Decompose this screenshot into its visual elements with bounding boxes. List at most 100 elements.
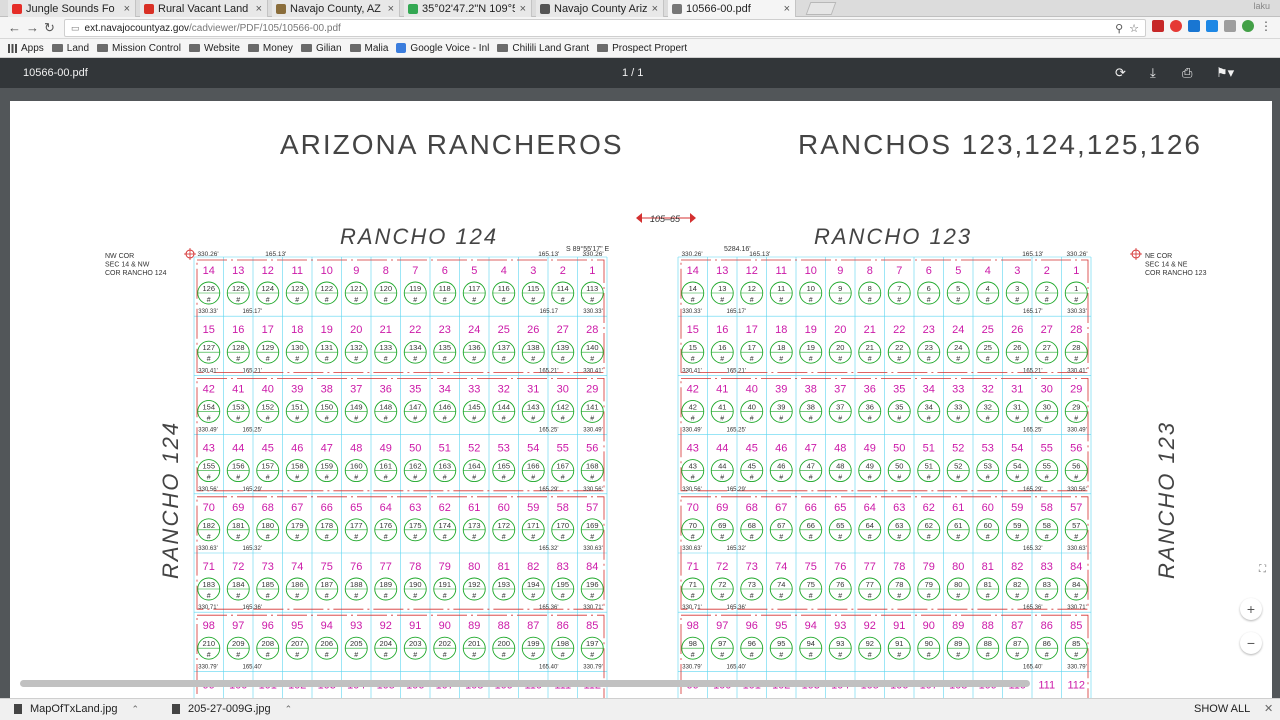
parcel-hash: # xyxy=(720,475,724,482)
address-bar[interactable]: ▭ ext.navajocountyaz.gov/cadviewer/PDF/1… xyxy=(64,19,1146,37)
tab-close-icon[interactable]: × xyxy=(784,3,790,15)
parcel-number: 57 xyxy=(1072,521,1080,530)
parcel-number: 198 xyxy=(556,639,569,648)
tab-close-icon[interactable]: × xyxy=(652,3,658,15)
search-icon[interactable]: ⚲ xyxy=(1115,22,1123,35)
forward-icon[interactable]: → xyxy=(26,20,39,35)
parcel-number: 40 xyxy=(748,402,756,411)
parcel-hash: # xyxy=(691,652,695,659)
lot-number: 12 xyxy=(746,265,758,277)
parcel-number: 153 xyxy=(232,402,245,411)
tab-close-icon[interactable]: × xyxy=(388,3,394,15)
parcel-number: 23 xyxy=(925,343,933,352)
bookmark-item[interactable]: Land xyxy=(51,43,89,54)
parcel-number: 21 xyxy=(866,343,874,352)
horizontal-scrollbar[interactable] xyxy=(20,680,1030,687)
bookmark-item[interactable]: Chilili Land Grant xyxy=(497,43,589,54)
page-info-icon[interactable]: ▭ xyxy=(71,23,80,34)
bookmark-item[interactable]: Money xyxy=(247,43,293,54)
parcel-number: 78 xyxy=(895,580,903,589)
title-left: ARIZONA RANCHEROS xyxy=(280,129,624,160)
parcel-number: 172 xyxy=(497,521,510,530)
parcel-hash: # xyxy=(384,593,388,600)
parcel-number: 95 xyxy=(777,639,785,648)
parcel-hash: # xyxy=(779,475,783,482)
back-icon[interactable]: ← xyxy=(8,20,21,35)
download-item[interactable]: MapOfTxLand.jpg ⌃ xyxy=(14,703,139,715)
zoom-out-button[interactable]: − xyxy=(1240,632,1262,654)
parcel-number: 130 xyxy=(291,343,304,352)
bookmark-item[interactable]: Website xyxy=(188,43,240,54)
opera-icon[interactable] xyxy=(1170,20,1182,32)
bookmark-item[interactable]: Malia xyxy=(349,43,388,54)
print-icon[interactable]: ⎙ xyxy=(1182,65,1192,81)
tab[interactable]: Rural Vacant Land × xyxy=(140,0,268,17)
tab[interactable]: 10566-00.pdf × xyxy=(668,0,796,17)
download-item[interactable]: 205-27-009G.jpg ⌃ xyxy=(172,703,292,715)
rotate-icon[interactable]: ⟳ xyxy=(1115,65,1126,81)
tab[interactable]: Navajo County, AZ × xyxy=(272,0,400,17)
parcel-hash: # xyxy=(590,297,594,304)
folder-icon xyxy=(349,44,361,52)
parcel-number: 206 xyxy=(320,639,333,648)
bookmark-item[interactable]: Gilian xyxy=(300,43,342,54)
lot-number: 5 xyxy=(471,265,477,277)
bookmark-item[interactable]: Apps xyxy=(8,43,44,54)
extension-icon[interactable] xyxy=(1152,20,1164,32)
profile-label[interactable]: laku xyxy=(1253,1,1270,11)
extension-icon-3[interactable] xyxy=(1242,20,1254,32)
close-icon[interactable]: ✕ xyxy=(1264,702,1273,715)
parcel-number: 86 xyxy=(1043,639,1051,648)
parcel-hash: # xyxy=(354,593,358,600)
parcel-number: 185 xyxy=(261,580,274,589)
tab-close-icon[interactable]: × xyxy=(124,3,130,15)
bookmark-menu-icon[interactable]: ⚑▾ xyxy=(1216,65,1234,81)
vertical-scrollbar[interactable] xyxy=(1272,88,1280,698)
bookmark-star-icon[interactable]: ☆ xyxy=(1129,22,1139,35)
extension-icon-2[interactable] xyxy=(1224,20,1236,32)
show-all-button[interactable]: SHOW ALL xyxy=(1194,703,1250,715)
tab[interactable]: Navajo County Ariz × xyxy=(536,0,664,17)
tab-close-icon[interactable]: × xyxy=(256,3,262,15)
lot-number: 40 xyxy=(746,383,758,395)
bookmark-item[interactable]: Google Voice - Inl xyxy=(396,43,489,54)
parcel-number: 27 xyxy=(1043,343,1051,352)
lot-number: 67 xyxy=(291,502,303,514)
reload-icon[interactable]: ↻ xyxy=(44,20,55,36)
bookmark-item[interactable]: Prospect Propert xyxy=(597,43,687,54)
tab-title: Rural Vacant Land xyxy=(158,2,249,15)
youtube-icon xyxy=(12,3,22,14)
folder-icon xyxy=(51,44,63,52)
new-tab-button[interactable] xyxy=(805,2,837,15)
reader-icon[interactable] xyxy=(1206,20,1218,32)
tab-close-icon[interactable]: × xyxy=(520,3,526,15)
dimension-label: 330.79' xyxy=(583,664,603,670)
bookmark-item[interactable]: Mission Control xyxy=(97,43,181,54)
fit-to-page-icon[interactable]: ⛶ xyxy=(1259,564,1266,575)
tab[interactable]: Jungle Sounds Fo × xyxy=(8,0,136,17)
download-icon[interactable]: ⤓ xyxy=(1150,65,1156,81)
parcel-hash: # xyxy=(838,475,842,482)
parcel-hash: # xyxy=(1015,475,1019,482)
pdf-viewer[interactable]: ARIZONA RANCHEROS RANCHOS 123,124,125,12… xyxy=(0,88,1280,698)
site-icon xyxy=(276,3,286,14)
lot-number: 35 xyxy=(409,383,421,395)
lot-number: 8 xyxy=(867,265,873,277)
skype-icon[interactable] xyxy=(1188,20,1200,32)
tab-title: Jungle Sounds Fo xyxy=(26,2,115,15)
parcel-number: 143 xyxy=(527,402,540,411)
chevron-up-icon[interactable]: ⌃ xyxy=(285,704,293,715)
parcel-number: 10 xyxy=(807,284,815,293)
parcel-hash: # xyxy=(266,356,270,363)
dimension-label: 330.49' xyxy=(682,428,702,434)
zoom-in-button[interactable]: + xyxy=(1240,598,1262,620)
parcel-hash: # xyxy=(868,356,872,363)
parcel-hash: # xyxy=(590,356,594,363)
tab[interactable]: 35°02'47.2"N 109°5 × xyxy=(404,0,532,17)
dimension-label: 165.13' xyxy=(538,251,559,258)
page-indicator[interactable]: 1 / 1 xyxy=(622,67,643,79)
chevron-up-icon[interactable]: ⌃ xyxy=(131,704,139,715)
parcel-number: 179 xyxy=(291,521,304,530)
menu-icon[interactable]: ⋮ xyxy=(1260,20,1272,32)
lot-number: 82 xyxy=(527,561,539,573)
